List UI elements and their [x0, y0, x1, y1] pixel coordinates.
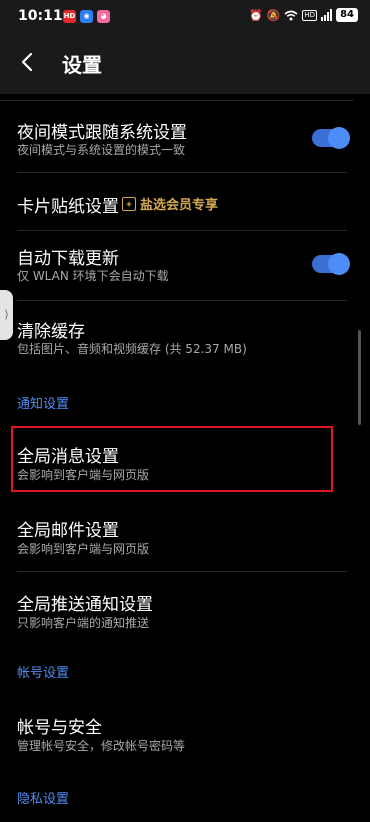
setting-global-push[interactable]: 全局推送通知设置 只影响客户端的通知推送 — [0, 582, 354, 638]
setting-title: 自动下载更新 — [17, 249, 119, 269]
hd-icon: HD — [302, 9, 318, 21]
setting-title: 清除缓存 — [17, 322, 85, 342]
back-arrow-icon[interactable] — [16, 48, 40, 76]
silent-icon: 🔕 — [266, 8, 281, 22]
divider — [17, 230, 347, 231]
wifi-icon — [284, 10, 298, 20]
divider — [17, 300, 347, 301]
battery-indicator: 84 — [336, 8, 358, 22]
divider — [17, 172, 347, 173]
notification-app-icons: HD ◉ ◕ — [63, 10, 110, 23]
signal-icon — [321, 9, 333, 21]
setting-night-mode[interactable]: 夜间模式跟随系统设置 夜间模式与系统设置的模式一致 — [0, 110, 354, 170]
status-indicators: ⏰ 🔕 HD 84 — [249, 8, 358, 22]
section-notifications: 通知设置 — [17, 397, 70, 412]
toggle-knob — [328, 253, 350, 275]
clock: 10:11 — [18, 8, 63, 24]
divider — [17, 571, 347, 572]
setting-subtitle: 包括图片、音频和视频缓存 (共 52.37 MB) — [17, 342, 247, 356]
blue-app-icon: ◉ — [80, 10, 93, 23]
setting-title: 全局邮件设置 — [17, 521, 119, 541]
divider — [0, 100, 354, 101]
scrollbar[interactable] — [358, 330, 361, 425]
pink-app-icon: ◕ — [97, 10, 110, 23]
app-header: 设置 — [0, 32, 370, 94]
status-bar: 10:11 HD ◉ ◕ ⏰ 🔕 HD 84 — [0, 0, 370, 32]
setting-title: 夜间模式跟随系统设置 — [17, 123, 187, 143]
highlight-box — [11, 426, 333, 492]
page-title: 设置 — [62, 53, 102, 77]
section-account: 帐号设置 — [17, 666, 70, 681]
edge-panel-handle[interactable]: ⟩ — [0, 290, 13, 340]
vip-label: 盐选会员专享 — [140, 198, 219, 213]
red-app-icon: HD — [63, 10, 76, 23]
section-privacy: 隐私设置 — [17, 792, 70, 807]
setting-subtitle: 仅 WLAN 环境下会自动下载 — [17, 269, 169, 283]
night-mode-toggle[interactable] — [312, 127, 350, 149]
setting-auto-update[interactable]: 自动下载更新 仅 WLAN 环境下会自动下载 — [0, 236, 354, 296]
vip-icon: ◈ — [122, 196, 136, 211]
auto-update-toggle[interactable] — [312, 253, 350, 275]
setting-subtitle: 只影响客户端的通知推送 — [17, 616, 150, 630]
setting-title: 卡片贴纸设置 — [17, 197, 119, 217]
alarm-icon: ⏰ — [249, 8, 263, 22]
setting-account-security[interactable]: 帐号与安全 管理帐号安全，修改帐号密码等 — [0, 705, 354, 761]
toggle-knob — [328, 127, 350, 149]
setting-global-email[interactable]: 全局邮件设置 会影响到客户端与网页版 — [0, 508, 354, 564]
setting-subtitle: 会影响到客户端与网页版 — [17, 542, 150, 556]
setting-title: 全局推送通知设置 — [17, 595, 153, 615]
setting-title: 帐号与安全 — [17, 718, 102, 738]
vip-badge: ◈ 盐选会员专享 — [122, 194, 218, 213]
setting-clear-cache[interactable]: 清除缓存 包括图片、音频和视频缓存 (共 52.37 MB) — [0, 309, 354, 369]
setting-subtitle: 夜间模式与系统设置的模式一致 — [17, 143, 186, 157]
setting-subtitle: 管理帐号安全，修改帐号密码等 — [17, 739, 186, 753]
